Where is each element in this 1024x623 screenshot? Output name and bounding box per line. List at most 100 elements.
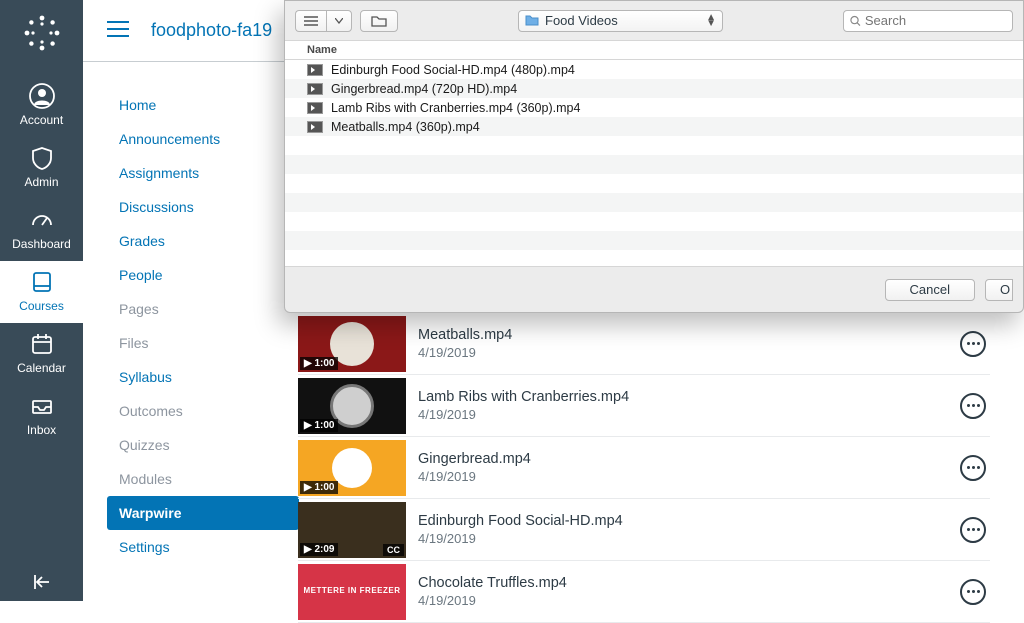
more-options-button[interactable] [960,455,986,481]
media-item[interactable]: ▶ 1:00 Lamb Ribs with Cranberries.mp44/19… [298,375,990,437]
course-nav-item[interactable]: Pages [107,292,299,326]
media-item[interactable]: ▶ 1:00 Meatballs.mp4 4/19/2019 [298,313,990,375]
course-nav-item[interactable]: Settings [107,530,299,564]
shield-icon [29,145,55,171]
file-row [285,250,1023,266]
column-header-name[interactable]: Name [285,41,1023,60]
media-title: Edinburgh Food Social-HD.mp4 [418,513,960,529]
nav-label: Admin [24,175,58,189]
media-date: 4/19/2019 [418,345,960,360]
file-open-dialog: Food Videos ▲▼ Name Edinburgh Food Socia… [284,0,1024,313]
book-icon [29,269,55,295]
more-options-button[interactable] [960,393,986,419]
file-row [285,136,1023,155]
nav-label: Inbox [27,423,56,437]
app-logo[interactable] [21,12,63,57]
search-input[interactable] [865,13,1006,28]
file-row [285,212,1023,231]
gauge-icon [29,207,55,233]
duration-badge: ▶ 1:00 [300,481,338,494]
dialog-footer: Cancel O [285,266,1023,312]
file-name: Edinburgh Food Social-HD.mp4 (480p).mp4 [331,63,575,77]
file-row [285,174,1023,193]
inbox-icon [29,393,55,419]
nav-account[interactable]: Account [0,75,83,137]
breadcrumb[interactable]: foodphoto-fa19 [151,20,272,41]
media-title: Chocolate Truffles.mp4 [418,575,960,591]
file-name: Lamb Ribs with Cranberries.mp4 (360p).mp… [331,101,580,115]
course-menu-toggle[interactable] [107,20,129,41]
nav-calendar[interactable]: Calendar [0,323,83,385]
hamburger-icon [107,20,129,38]
nav-inbox[interactable]: Inbox [0,385,83,447]
media-info: Edinburgh Food Social-HD.mp4 4/19/2019 [406,513,960,546]
more-options-button[interactable] [960,331,986,357]
course-nav-item[interactable]: Discussions [107,190,299,224]
media-thumbnail[interactable]: ▶ 1:00 [298,440,406,496]
course-nav-item[interactable]: Grades [107,224,299,258]
media-info: Lamb Ribs with Cranberries.mp44/19/2019 [406,389,960,422]
nav-label: Dashboard [12,237,71,251]
location-select[interactable]: Food Videos ▲▼ [518,10,723,32]
course-nav-item[interactable]: People [107,258,299,292]
media-title: Meatballs.mp4 [418,327,960,343]
media-list: ▶ 1:00 Meatballs.mp4 4/19/2019 ▶ 1:00 Lamb R… [298,313,990,623]
file-row [285,231,1023,250]
course-nav-item[interactable]: Outcomes [107,394,299,428]
list-icon [304,15,318,27]
nav-dashboard[interactable]: Dashboard [0,199,83,261]
nav-label: Courses [19,299,64,313]
course-nav-item[interactable]: Quizzes [107,428,299,462]
user-icon [29,83,55,109]
nav-label: Account [20,113,63,127]
dots-icon [967,590,980,593]
nav-admin[interactable]: Admin [0,137,83,199]
course-nav: HomeAnnouncementsAssignmentsDiscussionsG… [107,88,299,564]
course-nav-item[interactable]: Modules [107,462,299,496]
dots-icon [967,466,980,469]
dropdown-button[interactable] [326,10,352,32]
media-date: 4/19/2019 [418,531,960,546]
global-nav: Account Admin Dashboard Courses Calendar… [0,0,83,601]
media-thumbnail[interactable]: ▶ 1:00 [298,316,406,372]
open-button[interactable]: O [985,279,1013,301]
dots-icon [967,404,980,407]
cc-badge: CC [383,544,404,556]
duration-badge: ▶ 1:00 [300,357,338,370]
media-item[interactable]: ▶ 2:09 CC Edinburgh Food Social-HD.mp4 4/19… [298,499,990,561]
media-item[interactable]: ▶ 1:00Gingerbread.mp44/19/2019 [298,437,990,499]
media-title: Lamb Ribs with Cranberries.mp4 [418,389,960,405]
course-nav-item[interactable]: Syllabus [107,360,299,394]
nav-collapse[interactable] [0,571,83,593]
duration-badge: ▶ 1:00 [300,419,338,432]
course-nav-item[interactable]: Warpwire [107,496,299,530]
folder-up-button[interactable] [360,10,398,32]
course-nav-item[interactable]: Assignments [107,156,299,190]
file-row[interactable]: Gingerbread.mp4 (720p HD).mp4 [285,79,1023,98]
media-thumbnail[interactable]: ▶ 1:00 [298,378,406,434]
view-mode-segment [295,10,352,32]
file-row[interactable]: Lamb Ribs with Cranberries.mp4 (360p).mp… [285,98,1023,117]
duration-badge: ▶ 2:09 [300,543,338,556]
more-options-button[interactable] [960,517,986,543]
updown-icon: ▲▼ [706,15,716,27]
media-thumbnail[interactable]: METTERE IN FREEZER [298,564,406,620]
media-info: Chocolate Truffles.mp44/19/2019 [406,575,960,608]
media-date: 4/19/2019 [418,469,960,484]
course-nav-item[interactable]: Announcements [107,122,299,156]
file-name: Meatballs.mp4 (360p).mp4 [331,120,480,134]
file-row [285,155,1023,174]
cancel-button[interactable]: Cancel [885,279,975,301]
media-item[interactable]: METTERE IN FREEZERChocolate Truffles.mp4… [298,561,990,623]
dots-icon [967,528,980,531]
list-view-button[interactable] [295,10,326,32]
course-nav-item[interactable]: Files [107,326,299,360]
file-row[interactable]: Edinburgh Food Social-HD.mp4 (480p).mp4 [285,60,1023,79]
course-nav-item[interactable]: Home [107,88,299,122]
search-wrap [843,10,1013,32]
media-thumbnail[interactable]: ▶ 2:09 CC [298,502,406,558]
video-file-icon [307,121,323,133]
file-name: Gingerbread.mp4 (720p HD).mp4 [331,82,517,96]
file-row[interactable]: Meatballs.mp4 (360p).mp4 [285,117,1023,136]
nav-courses[interactable]: Courses [0,261,83,323]
